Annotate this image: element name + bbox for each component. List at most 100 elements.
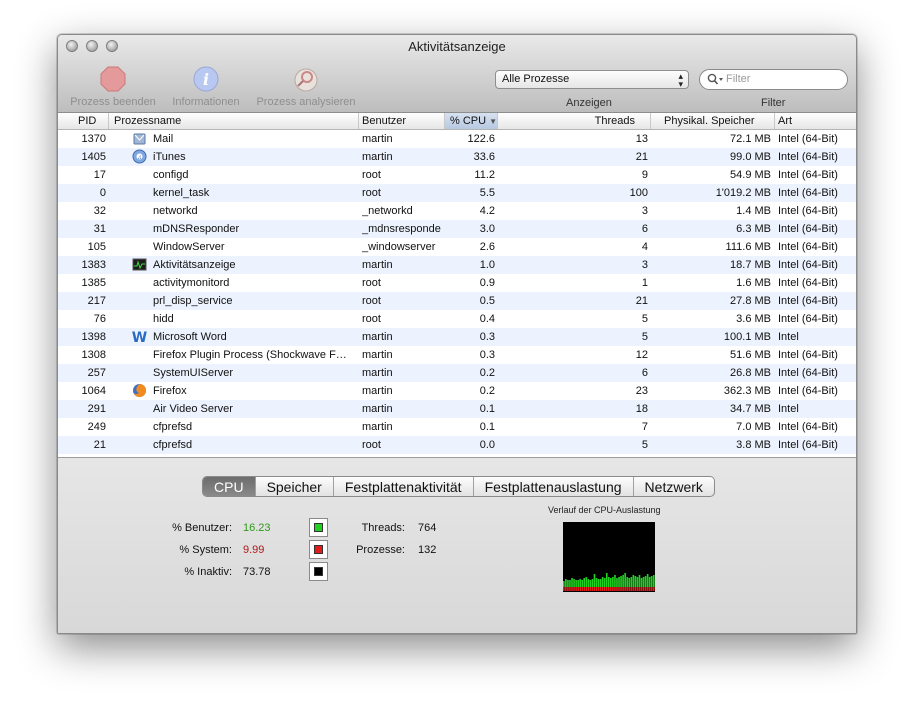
tab-4[interactable]: Netzwerk: [634, 477, 714, 496]
cell-threads: 13: [635, 133, 648, 145]
table-row[interactable]: 1370 Mail martin 122.6 13 72.1 MB Intel (64-Bi…: [58, 130, 856, 148]
threads-label: Threads:: [361, 522, 405, 534]
cell-user: root: [362, 439, 381, 451]
graph-user-bar: [640, 578, 643, 587]
cell-memory: 7.0 MB: [736, 421, 771, 433]
graph-system-bar: [599, 587, 602, 591]
graph-user-bar: [569, 580, 571, 587]
table-row[interactable]: W 1398 Microsoft Word martin 0.3 5 100.1 MB Int…: [58, 328, 856, 346]
cell-user: _windowserver: [362, 241, 436, 253]
show-caption: Anzeigen: [566, 97, 612, 109]
column-user[interactable]: Benutzer: [359, 113, 445, 129]
table-row[interactable]: 257 SystemUIServer martin 0.2 6 26.8 MB Intel …: [58, 364, 856, 382]
cell-memory: 3.6 MB: [736, 313, 771, 325]
cell-cpu: 33.6: [473, 151, 495, 163]
cell-memory: 1'019.2 MB: [715, 187, 771, 199]
cell-memory: 3.8 MB: [736, 439, 771, 451]
table-row[interactable]: ♫ 1405 iTunes martin 33.6 21 99.0 MB Intel (64-…: [58, 148, 856, 166]
tab-2[interactable]: Festplattenaktivität: [334, 477, 474, 496]
graph-user-bar: [605, 573, 608, 587]
table-row[interactable]: 1385 activitymonitord root 0.9 1 1.6 MB Intel …: [58, 274, 856, 292]
column-kind[interactable]: Art: [775, 113, 856, 129]
table-row[interactable]: 31 mDNSResponder _mdnsresponde 3.0 6 6.3 MB In…: [58, 220, 856, 238]
inspect-process-button[interactable]: Prozess analysieren: [252, 65, 360, 108]
search-icon: [707, 73, 723, 85]
graph-system-bar: [583, 587, 586, 591]
cell-cpu: 0.2: [479, 385, 495, 397]
cell-pid: 31: [93, 223, 106, 235]
svg-text:♫: ♫: [137, 155, 142, 161]
cell-name: prl_disp_service: [153, 295, 233, 307]
column-pid[interactable]: PID: [58, 113, 109, 129]
inspect-process-label: Prozess analysieren: [256, 96, 356, 108]
graph-user-bar: [630, 577, 633, 587]
table-row[interactable]: 249 cfprefsd martin 0.1 7 7.0 MB Intel (64-Bit…: [58, 418, 856, 436]
table-row[interactable]: 105 WindowServer _windowserver 2.6 4 111.6 MB…: [58, 238, 856, 256]
graph-user-bar: [628, 578, 631, 587]
process-filter-value: Alle Prozesse: [502, 73, 570, 85]
table-row[interactable]: 1064 Firefox martin 0.2 23 362.3 MB Intel (64-…: [58, 382, 856, 400]
column-cpu[interactable]: % CPU ▼: [445, 113, 498, 129]
table-row[interactable]: 217 prl_disp_service root 0.5 21 27.8 MB Intel…: [58, 292, 856, 310]
table-row[interactable]: 17 configd root 11.2 9 54.9 MB Intel (64-Bit): [58, 166, 856, 184]
cell-user: martin: [362, 133, 393, 145]
cpu-history-title: Verlauf der CPU-Auslastung: [548, 505, 661, 515]
tab-3[interactable]: Festplattenauslastung: [474, 477, 634, 496]
graph-user-bar: [626, 577, 629, 587]
cell-pid: 249: [87, 421, 106, 433]
sort-descending-icon: ▼: [489, 117, 498, 126]
graph-system-bar: [624, 587, 626, 591]
cell-name: Mail: [153, 133, 174, 145]
info-button[interactable]: i Informationen: [166, 65, 246, 108]
info-label: Informationen: [172, 96, 240, 108]
cell-pid: 1064: [81, 385, 106, 397]
cell-threads: 4: [641, 241, 648, 253]
cell-memory: 27.8 MB: [730, 295, 771, 307]
graph-system-bar: [640, 587, 643, 591]
graph-user-bar: [648, 577, 651, 587]
cell-kind: Intel (64-Bit): [778, 187, 838, 199]
tab-1[interactable]: Speicher: [256, 477, 334, 496]
graph-user-bar: [599, 579, 602, 587]
cell-pid: 217: [87, 295, 106, 307]
idle-label: % Inaktiv:: [184, 566, 232, 578]
table-row[interactable]: 291 Air Video Server martin 0.1 18 34.7 MB Int…: [58, 400, 856, 418]
graph-system-bar: [648, 587, 651, 591]
idle-color-well[interactable]: [309, 562, 328, 581]
graph-system-bar: [607, 587, 610, 591]
cell-cpu: 0.3: [479, 331, 495, 343]
cell-user: martin: [362, 421, 393, 433]
table-row[interactable]: 21 cfprefsd root 0.0 5 3.8 MB Intel (64-Bit): [58, 436, 856, 454]
toolbar: Aktivitätsanzeige Prozess beenden i Info…: [58, 35, 856, 113]
table-row[interactable]: 32 networkd _networkd 4.2 3 1.4 MB Intel (64-B…: [58, 202, 856, 220]
graph-system-bar: [563, 587, 565, 591]
cell-cpu: 0.1: [479, 421, 495, 433]
cell-user: root: [362, 295, 381, 307]
table-row[interactable]: 1383 Aktivitätsanzeige martin 1.0 3 18.7 MB In…: [58, 256, 856, 274]
cell-name: WindowServer: [153, 241, 225, 253]
cell-threads: 1: [641, 277, 648, 289]
cell-user: martin: [362, 331, 393, 343]
cell-kind: Intel (64-Bit): [778, 259, 838, 271]
process-filter-select[interactable]: Alle Prozesse ▴ ▾: [495, 70, 689, 89]
column-memory[interactable]: Physikal. Speicher: [651, 113, 775, 129]
graph-user-bar: [603, 578, 606, 587]
column-threads[interactable]: Threads: [498, 113, 651, 129]
tab-0[interactable]: CPU: [203, 477, 256, 496]
cell-threads: 5: [641, 439, 648, 451]
cell-kind: Intel (64-Bit): [778, 313, 838, 325]
processes-label: Prozesse:: [356, 544, 405, 556]
column-process-name[interactable]: Prozessname: [109, 113, 359, 129]
cell-pid: 32: [93, 205, 106, 217]
table-row[interactable]: 0 kernel_task root 5.5 100 1'019.2 MB Intel (6…: [58, 184, 856, 202]
threads-value: 764: [418, 522, 437, 534]
quit-process-button[interactable]: Prozess beenden: [67, 65, 159, 108]
graph-user-bar: [642, 577, 645, 587]
graph-system-bar: [614, 587, 616, 591]
table-row[interactable]: 76 hidd root 0.4 5 3.6 MB Intel (64-Bit): [58, 310, 856, 328]
cell-cpu: 122.6: [467, 133, 495, 145]
cell-memory: 26.8 MB: [730, 367, 771, 379]
cell-memory: 362.3 MB: [723, 385, 771, 397]
table-row[interactable]: 1308 Firefox Plugin Process (Shockwave F……: [58, 346, 856, 364]
search-field[interactable]: Filter: [699, 69, 848, 90]
